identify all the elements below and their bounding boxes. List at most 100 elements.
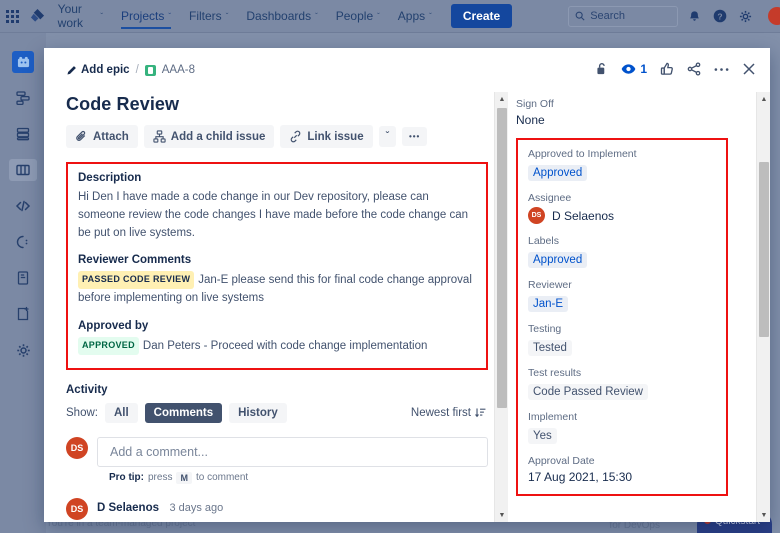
activity-tab-comments[interactable]: Comments [145, 403, 222, 423]
watch-eye-icon[interactable] [621, 63, 636, 75]
issue-more-actions-button[interactable]: ••• [402, 127, 427, 146]
nav-people[interactable]: People ˇ [327, 0, 389, 33]
field-value[interactable]: Code Passed Review [528, 384, 648, 400]
field-value[interactable]: Tested [528, 340, 572, 356]
more-actions-icon[interactable] [714, 67, 729, 72]
description-highlight-box: Description Hi Den I have made a code ch… [66, 162, 488, 370]
nav-label: Apps [398, 9, 425, 23]
nav-dashboards[interactable]: Dashboards ˇ [237, 0, 326, 33]
more-options-dropdown-button[interactable]: ˇ [379, 126, 396, 147]
field-value[interactable]: Jan-E [528, 296, 568, 312]
reviewer-comments-body[interactable]: PASSED CODE REVIEWJan-E please send this… [78, 271, 476, 308]
jira-logo-icon[interactable] [26, 9, 49, 24]
scroll-down-arrow-icon[interactable]: ▼ [757, 508, 770, 522]
user-avatar[interactable] [768, 7, 780, 25]
search-icon [575, 11, 585, 21]
field-label: Testing [528, 323, 718, 335]
project-avatar-icon[interactable] [12, 51, 34, 73]
activity-tab-history[interactable]: History [229, 403, 287, 423]
chevron-down-icon: ˇ [226, 12, 229, 21]
releases-icon[interactable] [9, 231, 37, 253]
project-settings-icon[interactable] [9, 339, 37, 361]
sidebar-highlight-box: Approved to Implement Approved Assignee … [516, 138, 728, 496]
pages-icon[interactable] [9, 267, 37, 289]
link-issue-button[interactable]: Link issue [280, 125, 372, 148]
assignee-value[interactable]: DS D Selaenos [528, 207, 718, 224]
field-value[interactable]: 17 Aug 2021, 15:30 [528, 470, 718, 484]
pro-tip-hint: Pro tip: press M to comment [109, 472, 488, 484]
nav-label: Dashboards [246, 9, 311, 23]
nav-projects[interactable]: Projects ˇ [112, 0, 180, 33]
approved-by-heading: Approved by [78, 320, 476, 332]
approved-by-text: Dan Peters - Proceed with code change im… [143, 340, 427, 352]
add-epic-label: Add epic [81, 64, 130, 76]
attach-button[interactable]: Attach [66, 125, 138, 148]
field-label: Test results [528, 367, 718, 379]
field-assignee: Assignee DS D Selaenos [528, 192, 718, 224]
field-labels: Labels Approved [528, 235, 718, 268]
modal-header: Add epic / AAA-8 1 [44, 48, 770, 92]
description-body[interactable]: Hi Den I have made a code change in our … [78, 189, 476, 242]
field-implement: Implement Yes [528, 411, 718, 444]
board-icon[interactable] [9, 159, 37, 181]
scrollbar-thumb[interactable] [759, 162, 769, 337]
share-icon[interactable] [687, 62, 701, 76]
pro-tip-tail: to comment [196, 472, 248, 483]
issue-type-icon [145, 65, 156, 76]
field-value[interactable]: Approved [528, 165, 587, 181]
show-label: Show: [66, 407, 98, 419]
comment-author[interactable]: D Selaenos [97, 502, 159, 514]
field-reviewer: Reviewer Jan-E [528, 279, 718, 312]
nav-apps[interactable]: Apps ˇ [389, 0, 441, 33]
child-issue-icon [153, 130, 166, 143]
description-heading: Description [78, 172, 476, 184]
pencil-icon [66, 65, 77, 76]
activity-sort-button[interactable]: Newest first [411, 407, 486, 419]
link-issue-label: Link issue [307, 131, 363, 143]
notifications-bell-icon[interactable] [688, 10, 701, 23]
activity-tab-all[interactable]: All [105, 403, 138, 423]
app-switcher-icon[interactable] [0, 10, 26, 23]
field-label: Approval Date [528, 455, 718, 467]
modal-scrollbar[interactable]: ▲ ▼ [756, 92, 770, 522]
breadcrumb-separator: / [136, 64, 139, 76]
field-value[interactable]: Yes [528, 428, 557, 444]
nav-your-work[interactable]: Your work ˇ [49, 0, 112, 33]
pro-tip-text: press [148, 472, 172, 483]
field-value[interactable]: None [516, 113, 728, 127]
add-epic-button[interactable]: Add epic [66, 64, 130, 76]
chevron-down-icon: ˇ [386, 131, 389, 142]
field-value: D Selaenos [552, 209, 614, 223]
lock-unlocked-icon[interactable] [595, 62, 608, 76]
field-value[interactable]: Approved [528, 252, 587, 268]
pro-tip-key: M [176, 472, 192, 484]
field-test-results: Test results Code Passed Review [528, 367, 718, 400]
field-label: Assignee [528, 192, 718, 204]
help-icon[interactable]: ? [713, 9, 727, 23]
pro-tip-label: Pro tip: [109, 472, 144, 483]
nav-filters[interactable]: Filters ˇ [180, 0, 237, 33]
add-child-issue-button[interactable]: Add a child issue [144, 125, 275, 148]
settings-gear-icon[interactable] [739, 10, 752, 23]
thumbs-up-icon[interactable] [660, 62, 674, 76]
comment-item: DS D Selaenos 3 days ago Thanks Dan now … [66, 498, 488, 522]
field-testing: Testing Tested [528, 323, 718, 356]
chevron-down-icon: ˇ [377, 12, 380, 21]
project-sidebar-rail [0, 33, 46, 533]
close-icon[interactable] [742, 62, 756, 76]
issue-key-link[interactable]: AAA-8 [162, 64, 195, 76]
scroll-up-arrow-icon[interactable]: ▲ [757, 92, 770, 106]
issue-detail-modal: Add epic / AAA-8 1 [44, 48, 770, 522]
chevron-down-icon: ˇ [429, 12, 432, 21]
add-comment-row: DS Add a comment... [66, 437, 488, 467]
code-icon[interactable] [9, 195, 37, 217]
add-item-icon[interactable] [9, 303, 37, 325]
link-chain-icon [289, 130, 302, 143]
roadmap-icon[interactable] [9, 87, 37, 109]
create-button[interactable]: Create [451, 4, 512, 28]
search-input[interactable]: Search [568, 6, 678, 27]
comment-input[interactable]: Add a comment... [97, 437, 488, 467]
approved-by-body[interactable]: APPROVEDDan Peters - Proceed with code c… [78, 337, 476, 356]
nav-label: Filters [189, 9, 222, 23]
backlog-icon[interactable] [9, 123, 37, 145]
